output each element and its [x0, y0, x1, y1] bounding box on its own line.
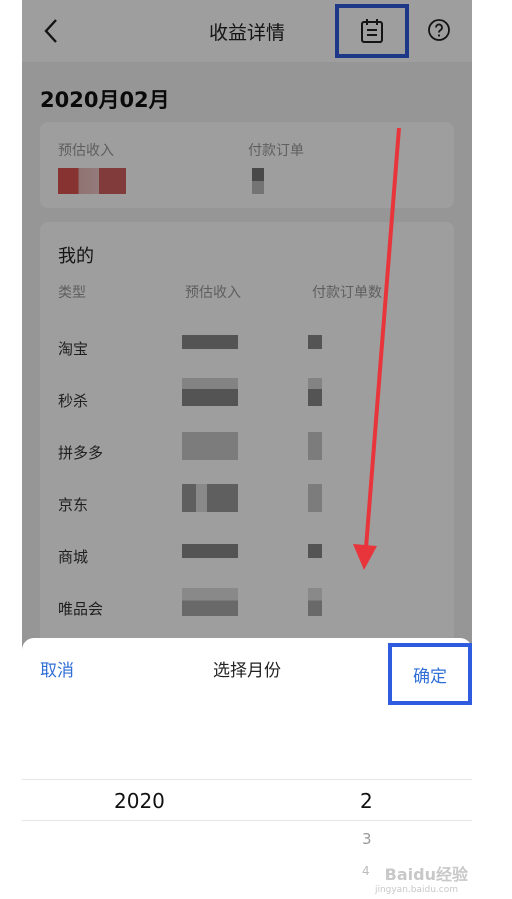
picker-selection-bottom-line [22, 820, 472, 821]
baidu-watermark: Baidu经验 [384, 865, 468, 884]
annotation-arrow [353, 127, 401, 570]
year-wheel-selected[interactable]: 2020 [114, 789, 165, 813]
baidu-watermark-url: jingyan.baidu.com [374, 885, 458, 895]
phone-screen: 收益详情 2020月02月 预估收入 付款订单 我的 类型 预估收入 付款订单数… [22, 0, 472, 899]
confirm-label: 确定 [413, 666, 447, 687]
month-wheel-option[interactable]: 4 [362, 864, 370, 878]
picker-selection-top-line [22, 779, 472, 780]
month-wheel-selected[interactable]: 2 [360, 789, 373, 813]
month-picker-sheet: 取消 选择月份 确定 2020 2 3 4 [22, 638, 472, 899]
confirm-button[interactable]: 确定 [388, 643, 472, 705]
month-wheel-option[interactable]: 3 [362, 830, 372, 848]
